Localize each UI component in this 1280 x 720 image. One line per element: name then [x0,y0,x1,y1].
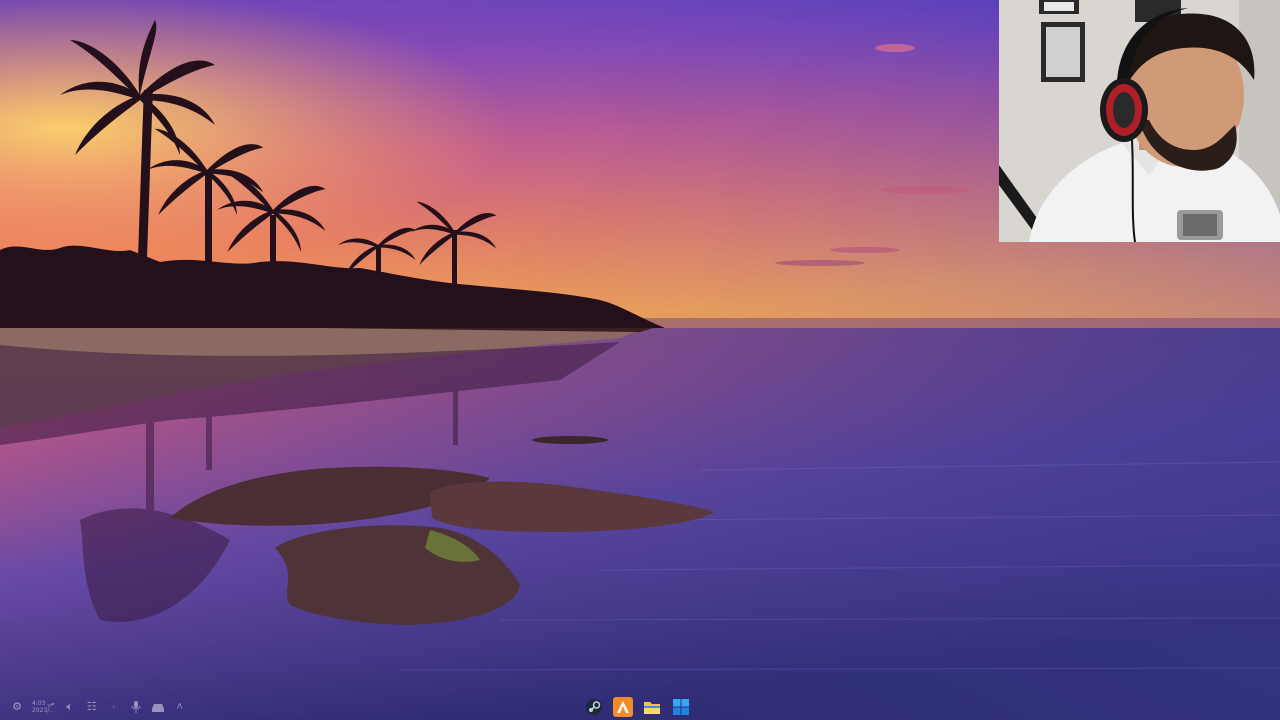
arcade-icon[interactable] [613,697,633,717]
system-tray: ⚙ ص 4:03 2023/.. 🔈︎ ☷ · ˄ [10,696,187,718]
taskbar-apps [584,696,691,718]
clock-date: 2023/.. [32,707,54,714]
drive-icon[interactable] [151,700,165,714]
windows-start-icon[interactable] [671,697,691,717]
clock[interactable]: ص 4:03 2023/.. [32,700,55,714]
taskbar: ⚙ ص 4:03 2023/.. 🔈︎ ☷ · ˄ [0,692,1280,720]
volume-icon[interactable]: 🔈︎ [63,700,77,714]
network-icon[interactable]: ☷ [85,700,99,714]
settings-icon[interactable]: ⚙ [10,700,24,714]
chevron-up-icon[interactable]: ˄ [173,700,187,714]
file-explorer-icon[interactable] [642,697,662,717]
steam-icon[interactable] [584,697,604,717]
divider-icon: · [111,701,116,713]
microphone-icon[interactable] [129,700,143,714]
clock-time: ص 4:03 [32,700,55,707]
webcam-overlay [999,0,1280,242]
